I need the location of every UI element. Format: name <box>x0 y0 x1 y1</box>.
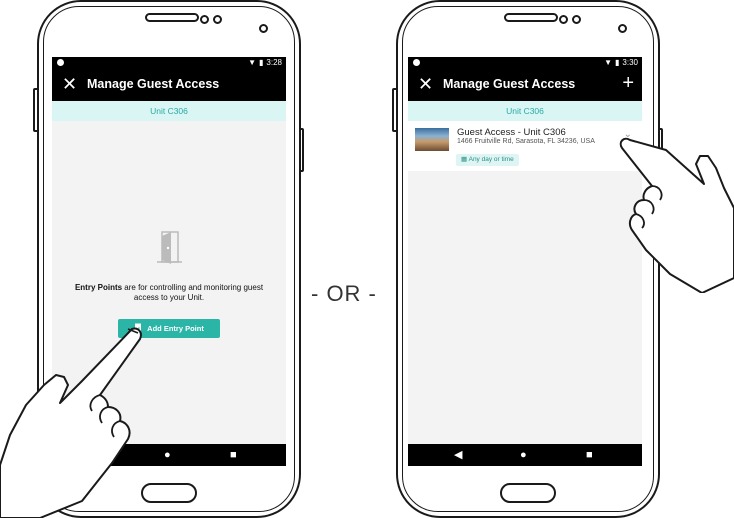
speaker <box>504 13 558 22</box>
unit-bar: Unit C306 <box>408 101 642 121</box>
home-key <box>500 483 556 503</box>
empty-state-desc: are for controlling and monitoring guest… <box>122 283 264 302</box>
camera <box>213 15 222 24</box>
page-title: Manage Guest Access <box>87 77 220 91</box>
property-thumbnail <box>415 128 449 151</box>
sensor <box>618 24 627 33</box>
wifi-icon: ▼ <box>248 58 257 67</box>
camera <box>200 15 209 24</box>
notification-icon <box>57 59 64 66</box>
close-icon[interactable]: ✕ <box>62 74 77 94</box>
pointing-hand-icon <box>0 327 142 518</box>
close-icon[interactable]: ✕ <box>418 74 433 94</box>
nav-bar: ◀ ● ■ <box>408 444 642 466</box>
pointing-hand-icon <box>619 137 734 293</box>
card-address: 1466 Fruitville Rd, Sarasota, FL 34236, … <box>457 138 595 145</box>
status-time: 3:30 <box>622 58 638 67</box>
status-bar: ▼ ▮ 3:28 <box>52 57 286 69</box>
empty-state-text: Entry Points are for controlling and mon… <box>70 283 268 303</box>
plus-icon[interactable]: + <box>622 72 634 94</box>
schedule-label: Any day or time <box>468 156 514 163</box>
status-bar: ▼ ▮ 3:30 <box>408 57 642 69</box>
sensor <box>259 24 268 33</box>
back-icon[interactable]: ◀ <box>454 449 462 461</box>
notification-icon <box>413 59 420 66</box>
empty-state-bold: Entry Points <box>74 283 123 292</box>
speaker <box>145 13 199 22</box>
page-title: Manage Guest Access <box>443 77 576 91</box>
or-separator: - OR - <box>311 281 377 306</box>
camera <box>572 15 581 24</box>
calendar-icon: ▦ <box>461 156 468 163</box>
camera <box>559 15 568 24</box>
app-bar: ✕ Manage Guest Access + <box>408 69 642 101</box>
door-icon <box>153 230 185 269</box>
card-title: Guest Access - Unit C306 <box>457 127 566 138</box>
status-time: 3:28 <box>266 58 282 67</box>
battery-icon: ▮ <box>615 58 620 67</box>
unit-bar: Unit C306 <box>52 101 286 121</box>
home-icon[interactable]: ● <box>520 449 527 461</box>
recents-icon[interactable]: ■ <box>230 449 237 461</box>
recents-icon[interactable]: ■ <box>586 449 593 461</box>
battery-icon: ▮ <box>259 58 264 67</box>
schedule-chip: ▦ Any day or time <box>456 154 519 166</box>
wifi-icon: ▼ <box>604 58 613 67</box>
app-bar: ✕ Manage Guest Access <box>52 69 286 101</box>
